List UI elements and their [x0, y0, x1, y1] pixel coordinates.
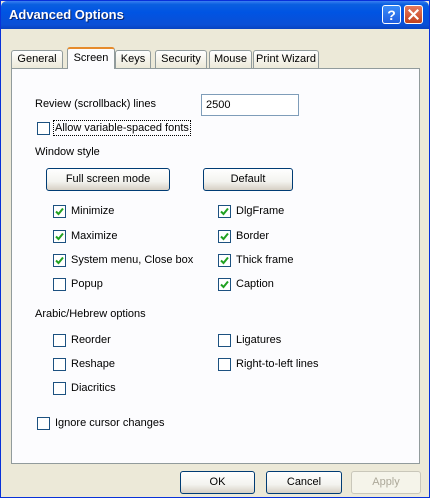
default-button[interactable]: Default [203, 168, 293, 191]
maximize-checkbox[interactable] [53, 230, 66, 243]
full-screen-mode-button[interactable]: Full screen mode [46, 168, 170, 191]
checkmark-icon [220, 207, 229, 216]
apply-button[interactable]: Apply [351, 471, 421, 494]
checkmark-icon [55, 207, 64, 216]
allow-variable-fonts-checkbox[interactable] [37, 122, 50, 135]
reshape-checkbox[interactable] [53, 358, 66, 371]
system-menu-checkbox[interactable] [53, 254, 66, 267]
ligatures-label: Ligatures [236, 334, 282, 346]
close-button[interactable] [404, 5, 423, 24]
tab-keys[interactable]: Keys [115, 50, 151, 68]
allow-variable-fonts-label[interactable]: Allow variable-spaced fonts [53, 120, 191, 136]
ligatures-checkbox[interactable] [218, 334, 231, 347]
arabic-hebrew-label: Arabic/Hebrew options [35, 308, 146, 320]
checkmark-icon [55, 256, 64, 265]
tab-general[interactable]: General [11, 50, 63, 68]
dialog-title: Advanced Options [9, 7, 124, 22]
dlgframe-checkbox[interactable] [218, 205, 231, 218]
caption-label: Caption [236, 278, 274, 290]
ignore-cursor-label: Ignore cursor changes [55, 417, 165, 429]
system-menu-label: System menu, Close box [71, 254, 194, 266]
close-icon [408, 9, 419, 20]
tab-security[interactable]: Security [155, 50, 207, 68]
border-checkbox[interactable] [218, 230, 231, 243]
dlgframe-label: DlgFrame [236, 205, 285, 217]
diacritics-label: Diacritics [71, 382, 116, 394]
title-bar[interactable]: Advanced Options ? [1, 1, 429, 29]
right-to-left-label: Right-to-left lines [236, 358, 319, 370]
caption-checkbox[interactable] [218, 278, 231, 291]
right-to-left-checkbox[interactable] [218, 358, 231, 371]
thick-frame-checkbox[interactable] [218, 254, 231, 267]
tab-print-wizard[interactable]: Print Wizard [253, 50, 319, 68]
ignore-cursor-checkbox[interactable] [37, 417, 50, 430]
cancel-button[interactable]: Cancel [266, 471, 342, 494]
thick-frame-label: Thick frame [236, 254, 294, 266]
question-mark-icon: ? [387, 7, 396, 23]
checkmark-icon [220, 232, 229, 241]
checkmark-icon [55, 232, 64, 241]
popup-label: Popup [71, 278, 103, 290]
help-button[interactable]: ? [382, 5, 401, 24]
reshape-label: Reshape [71, 358, 116, 370]
checkmark-icon [220, 280, 229, 289]
window-style-label: Window style [35, 146, 100, 158]
maximize-label: Maximize [71, 230, 118, 242]
review-lines-input[interactable]: 2500 [201, 94, 299, 116]
tab-mouse[interactable]: Mouse [209, 50, 252, 68]
border-label: Border [236, 230, 270, 242]
diacritics-checkbox[interactable] [53, 382, 66, 395]
review-lines-label: Review (scrollback) lines [35, 98, 157, 110]
minimize-checkbox[interactable] [53, 205, 66, 218]
minimize-label: Minimize [71, 205, 115, 217]
checkmark-icon [220, 256, 229, 265]
ok-button[interactable]: OK [180, 471, 255, 494]
popup-checkbox[interactable] [53, 278, 66, 291]
reorder-label: Reorder [71, 334, 111, 346]
advanced-options-dialog: Advanced Options ? General Screen Keys S… [0, 0, 430, 498]
reorder-checkbox[interactable] [53, 334, 66, 347]
tab-screen[interactable]: Screen [67, 47, 115, 69]
